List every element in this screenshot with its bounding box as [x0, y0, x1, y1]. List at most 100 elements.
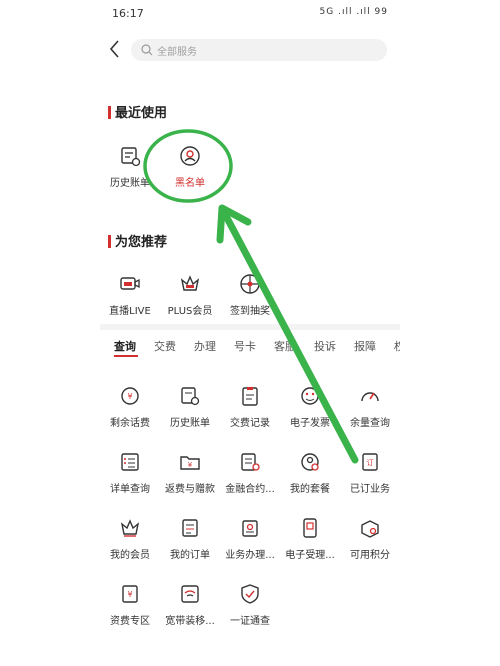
back-button[interactable] — [106, 38, 124, 60]
my-plan-icon — [301, 453, 319, 471]
active-tab-indicator — [114, 355, 138, 357]
grid-item-label: 交费记录 — [230, 418, 270, 429]
status-indicators: 5G .ıll .ıll 99 — [319, 7, 388, 17]
e-invoice-icon — [301, 387, 319, 405]
grid-item-broadband[interactable]: 宽带装移... — [160, 583, 220, 633]
points-icon — [361, 520, 379, 538]
grid-item-label: 剩余话费 — [110, 418, 150, 429]
grid-item-label: 资费专区 — [110, 616, 150, 627]
grid-item-id-check[interactable]: 一证通查 — [220, 583, 280, 633]
bill-history-icon — [181, 387, 200, 406]
recent-item-label: 历史账单 — [110, 178, 150, 189]
usage-gauge-icon — [361, 392, 379, 402]
tariff-icon: ¥ — [122, 585, 138, 603]
recommend-title-text: 为您推荐 — [115, 235, 168, 250]
section-divider — [100, 324, 400, 330]
grid-item-label: 一证通查 — [230, 616, 270, 627]
recommend-item-label: 签到抽奖 — [230, 306, 270, 317]
bill-history-icon — [121, 147, 141, 167]
payment-record-icon — [242, 387, 258, 406]
recommend-item-live[interactable]: 直播LIVE — [100, 273, 160, 323]
search-input[interactable]: 全部服务 — [131, 39, 387, 61]
grid-item-finance[interactable]: 金融合约... — [220, 451, 280, 501]
grid-item-member[interactable]: 我的会员 — [100, 517, 160, 567]
plus-crown-icon — [180, 275, 200, 291]
detail-list-icon — [121, 453, 139, 471]
recent-item-blacklist[interactable]: 黑名单 — [160, 145, 220, 195]
recent-section-title: 最近使用 — [108, 102, 167, 121]
grid-item-usage[interactable]: 余量查询 — [340, 385, 400, 435]
grid-item-business[interactable]: 业务办理... — [220, 517, 280, 567]
recent-item-bill-history[interactable]: 历史账单 — [100, 145, 160, 195]
section-accent-bar — [108, 106, 111, 119]
tab-rights[interactable]: 权 — [394, 338, 400, 354]
recent-item-label: 黑名单 — [175, 178, 205, 189]
lottery-icon — [240, 274, 260, 294]
subscribed-icon: 订 — [362, 453, 378, 471]
grid-item-bill-history[interactable]: 历史账单 — [160, 385, 220, 435]
search-placeholder: 全部服务 — [157, 47, 197, 58]
tab-pay[interactable]: 交费 — [154, 338, 176, 354]
recommend-item-lottery[interactable]: 签到抽奖 — [220, 273, 280, 323]
id-check-icon — [241, 584, 259, 604]
svg-text:¥: ¥ — [188, 461, 193, 469]
recommend-item-plus[interactable]: PLUS会员 — [160, 273, 220, 323]
recommend-item-label: 直播LIVE — [109, 306, 151, 317]
section-accent-bar — [108, 235, 111, 248]
service-grid: ¥ 剩余话费 历史账单 交费记录 电子发票 余量查询 详单查询 ¥ 返费与赠款 … — [100, 385, 400, 645]
recent-title-text: 最近使用 — [115, 106, 168, 121]
svg-text:¥: ¥ — [127, 392, 132, 401]
search-icon — [141, 44, 153, 56]
grid-item-e-invoice[interactable]: 电子发票 — [280, 385, 340, 435]
category-tabs: 查询 交费 办理 号卡 客服 投诉 报障 权 — [104, 334, 400, 358]
grid-item-balance[interactable]: ¥ 剩余话费 — [100, 385, 160, 435]
grid-item-label: 详单查询 — [110, 484, 150, 495]
grid-item-subscribed[interactable]: 订 已订业务 — [340, 451, 400, 501]
grid-item-e-acceptance[interactable]: 电子受理... — [280, 517, 340, 567]
grid-item-payment-record[interactable]: 交费记录 — [220, 385, 280, 435]
chevron-left-icon — [109, 40, 119, 58]
grid-item-label: 我的会员 — [110, 550, 150, 561]
status-bar: 16:17 5G .ıll .ıll 99 — [0, 0, 500, 26]
grid-item-my-order[interactable]: 我的订单 — [160, 517, 220, 567]
my-order-icon — [182, 519, 198, 537]
grid-item-label: 金融合约... — [225, 484, 275, 495]
grid-item-label: 历史账单 — [170, 418, 210, 429]
grid-item-label: 返费与赠款 — [165, 484, 215, 495]
grid-item-detail-list[interactable]: 详单查询 — [100, 451, 160, 501]
tab-handle[interactable]: 办理 — [194, 338, 216, 354]
refund-folder-icon: ¥ — [180, 456, 200, 470]
arrow-head-annotation — [216, 204, 252, 244]
grid-item-refund[interactable]: ¥ 返费与赠款 — [160, 451, 220, 501]
grid-item-label: 已订业务 — [350, 484, 390, 495]
svg-text:订: 订 — [367, 458, 374, 467]
tab-card[interactable]: 号卡 — [234, 338, 256, 354]
recommend-item-label: PLUS会员 — [167, 306, 213, 317]
blacklist-icon — [180, 146, 200, 166]
tab-query[interactable]: 查询 — [114, 338, 136, 354]
grid-item-label: 电子发票 — [290, 418, 330, 429]
grid-item-my-plan[interactable]: 我的套餐 — [280, 451, 340, 501]
svg-text:¥: ¥ — [127, 590, 132, 599]
grid-item-label: 我的套餐 — [290, 484, 330, 495]
status-time: 16:17 — [112, 7, 144, 20]
grid-item-label: 业务办理... — [225, 550, 275, 561]
grid-item-label: 宽带装移... — [165, 616, 215, 627]
recommend-section-title: 为您推荐 — [108, 231, 167, 250]
grid-item-label: 电子受理... — [285, 550, 335, 561]
broadband-icon — [181, 585, 199, 603]
grid-item-label: 可用积分 — [350, 550, 390, 561]
live-icon — [120, 277, 140, 290]
finance-contract-icon — [241, 453, 260, 471]
grid-item-tariff[interactable]: ¥ 资费专区 — [100, 583, 160, 633]
balance-icon: ¥ — [121, 387, 139, 405]
tab-fault[interactable]: 报障 — [354, 338, 376, 354]
grid-item-label: 余量查询 — [350, 418, 390, 429]
grid-item-label: 我的订单 — [170, 550, 210, 561]
business-handle-icon — [242, 520, 258, 537]
grid-item-points[interactable]: 可用积分 — [340, 517, 400, 567]
tab-complaint[interactable]: 投诉 — [314, 338, 336, 354]
tab-service[interactable]: 客服 — [274, 338, 296, 354]
e-acceptance-icon — [303, 518, 317, 538]
member-crown-icon — [120, 519, 140, 537]
